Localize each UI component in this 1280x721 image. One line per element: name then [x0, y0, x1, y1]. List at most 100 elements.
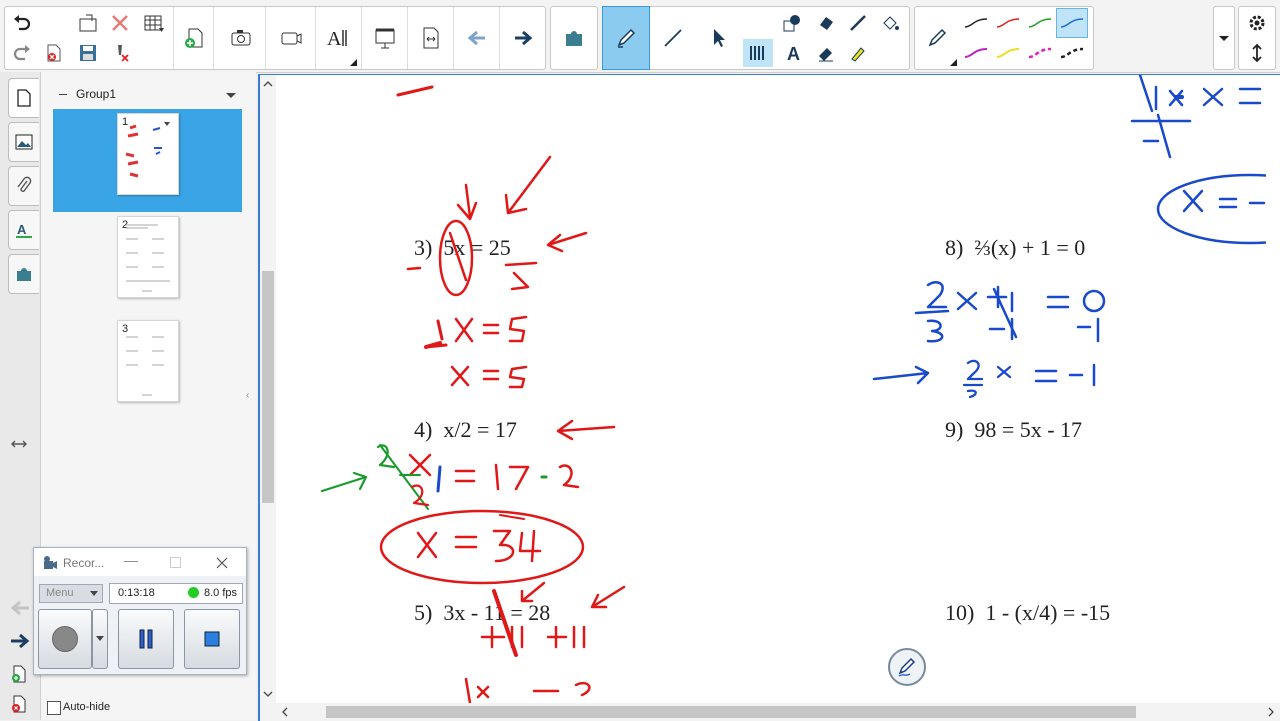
tab-gallery[interactable] [8, 122, 39, 162]
table-button[interactable] [139, 9, 169, 37]
document-camera-button[interactable] [269, 7, 313, 69]
next-page-button[interactable] [503, 7, 543, 69]
puzzle-icon [17, 268, 31, 281]
page-thumbnail-image: 3 [117, 320, 179, 402]
pen-stroke-blue-icon [1060, 18, 1084, 28]
handwriting-recognition-button[interactable]: A [319, 7, 357, 69]
pen-style-swatch[interactable] [993, 9, 1023, 37]
text-recognition-icon: A [327, 28, 347, 50]
eraser-icon [819, 48, 833, 62]
measurement-tool-button[interactable] [743, 39, 773, 67]
shapes-icon [783, 15, 800, 32]
delete-page-button[interactable] [39, 39, 69, 67]
pen-style-swatch[interactable] [1025, 39, 1055, 67]
text-a-icon: A [787, 44, 800, 63]
tab-attachments[interactable] [8, 166, 39, 206]
pen-stroke-yellow-icon [996, 48, 1020, 58]
tab-page-sorter[interactable] [8, 78, 39, 118]
group-collapse-dash[interactable] [59, 94, 67, 95]
page-thumbnail-3[interactable]: 3 [53, 316, 242, 419]
tab-properties[interactable]: A [8, 210, 39, 250]
save-icon [80, 45, 96, 61]
text-tool-button[interactable]: A [779, 39, 809, 67]
open-file-button[interactable] [73, 9, 103, 37]
highlighter-button[interactable] [843, 39, 873, 67]
pen-style-swatch[interactable] [1025, 9, 1055, 37]
page-thumbnail-1[interactable]: 1 [53, 109, 242, 212]
pen-tool-button[interactable] [602, 6, 650, 70]
undo-button[interactable] [7, 9, 37, 37]
screen-shade-icon [375, 28, 395, 49]
stop-button[interactable] [184, 609, 240, 669]
floating-pen-button[interactable] [888, 648, 926, 686]
previous-page-side-arrow[interactable] [9, 599, 31, 620]
fit-page-button[interactable] [411, 7, 451, 69]
minimize-button[interactable]: — [124, 552, 138, 568]
next-page-side-arrow[interactable] [9, 632, 31, 653]
add-page-icon [12, 665, 26, 683]
recorder-title-bar[interactable]: Recor... — [34, 548, 246, 576]
chevron-down-icon [1219, 36, 1229, 41]
pen-style-icon [928, 28, 947, 47]
settings-button[interactable] [1242, 9, 1272, 37]
menu-label: Menu [46, 587, 74, 599]
close-icon[interactable] [216, 557, 228, 569]
fill-tool-button[interactable] [811, 9, 841, 37]
page-thumbnail-2[interactable]: 2 [53, 212, 242, 315]
chevron-down-icon [96, 636, 104, 641]
pen-style-swatch[interactable] [1056, 8, 1088, 38]
pen-style-button[interactable] [915, 7, 959, 69]
redo-button[interactable] [7, 39, 37, 67]
toolbar-more-button[interactable] [1216, 31, 1232, 48]
shape-tool-button[interactable] [777, 9, 807, 37]
calligraphy-pen-button[interactable] [843, 9, 873, 37]
scroll-left-icon [282, 707, 288, 717]
close-button[interactable] [105, 9, 135, 37]
toolbar-settings-group [1238, 6, 1276, 70]
status-indicator [188, 587, 199, 598]
group-dropdown[interactable] [225, 89, 237, 103]
resize-sidebar-handle[interactable] [10, 438, 28, 453]
side-delete-page-button[interactable] [10, 694, 28, 717]
svg-text:A: A [17, 222, 27, 237]
horizontal-scrollbar[interactable] [276, 703, 1280, 721]
add-page-button[interactable] [177, 7, 211, 69]
arrow-left-icon [10, 600, 29, 616]
page-thumbnail-image: 2 [117, 216, 179, 298]
show-hide-screen-button[interactable] [365, 7, 405, 69]
maximize-button[interactable] [170, 557, 181, 568]
paint-fill-button[interactable] [875, 9, 905, 37]
auto-hide-checkbox[interactable] [47, 701, 61, 715]
pen-stroke-magenta-icon [964, 48, 988, 58]
pause-button[interactable] [118, 609, 174, 669]
clear-ink-button[interactable] [105, 39, 135, 67]
record-options-dropdown[interactable] [92, 609, 108, 669]
ink-layer[interactable] [260, 75, 1266, 703]
eraser-tool-button[interactable] [811, 39, 841, 67]
pen-style-swatch[interactable] [1057, 39, 1087, 67]
side-add-page-button[interactable] [10, 664, 28, 687]
thumbnail-text-preview [126, 224, 170, 292]
tab-add-ons[interactable] [8, 254, 39, 294]
line-tool-button[interactable] [651, 7, 695, 69]
previous-page-button[interactable] [457, 7, 497, 69]
horizontal-scroll-thumb[interactable] [326, 706, 1136, 718]
save-button[interactable] [73, 39, 103, 67]
pen-stroke-red-icon [996, 18, 1020, 28]
recorder-app-icon [44, 556, 57, 569]
pen-icon [898, 657, 916, 677]
pen-style-swatch[interactable] [961, 9, 991, 37]
screen-capture-button[interactable] [219, 7, 263, 69]
delete-page-icon [12, 695, 26, 713]
whiteboard-canvas[interactable]: 3) 5x = 25 4) x/2 = 17 5) 3x - 11 = 28 8… [258, 74, 1280, 721]
line-icon [664, 29, 682, 47]
pen-stroke-green-icon [1028, 18, 1052, 28]
recorder-menu-dropdown[interactable]: Menu [39, 584, 103, 603]
record-button[interactable] [38, 609, 92, 669]
stop-icon [204, 631, 220, 647]
pen-style-swatch[interactable] [993, 39, 1023, 67]
add-ons-button[interactable] [551, 7, 597, 69]
move-toolbar-button[interactable] [1242, 39, 1272, 67]
pen-style-swatch[interactable] [961, 39, 991, 67]
select-tool-button[interactable] [697, 7, 741, 69]
